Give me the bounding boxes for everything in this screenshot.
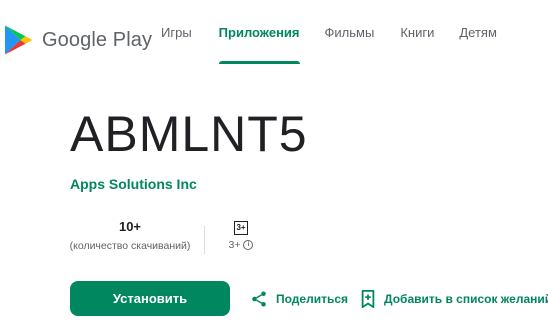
install-button[interactable]: Установить [70, 281, 230, 316]
bookmark-add-icon [360, 290, 376, 308]
downloads-stat: 10+ (количество скачиваний) [66, 218, 194, 258]
content-rating-row: 3+ i [229, 239, 254, 251]
info-icon[interactable]: i [243, 240, 254, 250]
content-rating-badge: 3+ [234, 221, 248, 235]
share-button[interactable]: Поделиться [250, 288, 348, 310]
stat-divider [204, 226, 205, 254]
add-to-wishlist-button[interactable]: Добавить в список желаний [360, 288, 548, 310]
app-title: ABMLNT5 [70, 106, 308, 162]
google-play-logo-icon [4, 24, 34, 56]
nav-item-kids[interactable]: Детям [459, 0, 497, 64]
google-play-logo-link[interactable]: Google Play [4, 24, 152, 56]
content-rating-stat: 3+ 3+ i [223, 218, 259, 258]
nav-item-movies[interactable]: Фильмы [325, 0, 375, 64]
nav-item-label: Книги [400, 24, 435, 40]
top-bar: Google Play Игры Приложения Фильмы Книги… [0, 0, 548, 64]
nav-item-label: Игры [161, 24, 192, 40]
nav-item-label: Приложения [218, 24, 300, 40]
nav-item-games[interactable]: Игры [161, 0, 192, 64]
nav-item-label: Фильмы [324, 24, 375, 40]
page: Google Play Игры Приложения Фильмы Книги… [0, 0, 548, 322]
app-stats: 10+ (количество скачиваний) 3+ 3+ i [66, 218, 259, 258]
developer-link[interactable]: Apps Solutions Inc [70, 176, 197, 192]
share-icon [250, 290, 268, 308]
nav-item-books[interactable]: Книги [400, 0, 434, 64]
content-rating-label: 3+ [228, 239, 241, 251]
wishlist-label: Добавить в список желаний [384, 292, 548, 306]
nav-item-apps[interactable]: Приложения [218, 0, 300, 64]
downloads-label: (количество скачиваний) [69, 240, 191, 252]
downloads-value: 10+ [118, 219, 142, 234]
top-nav: Игры Приложения Фильмы Книги Детям [161, 0, 523, 64]
nav-item-label: Детям [459, 24, 497, 40]
share-label: Поделиться [276, 292, 349, 306]
logo-text: Google Play [42, 28, 153, 51]
